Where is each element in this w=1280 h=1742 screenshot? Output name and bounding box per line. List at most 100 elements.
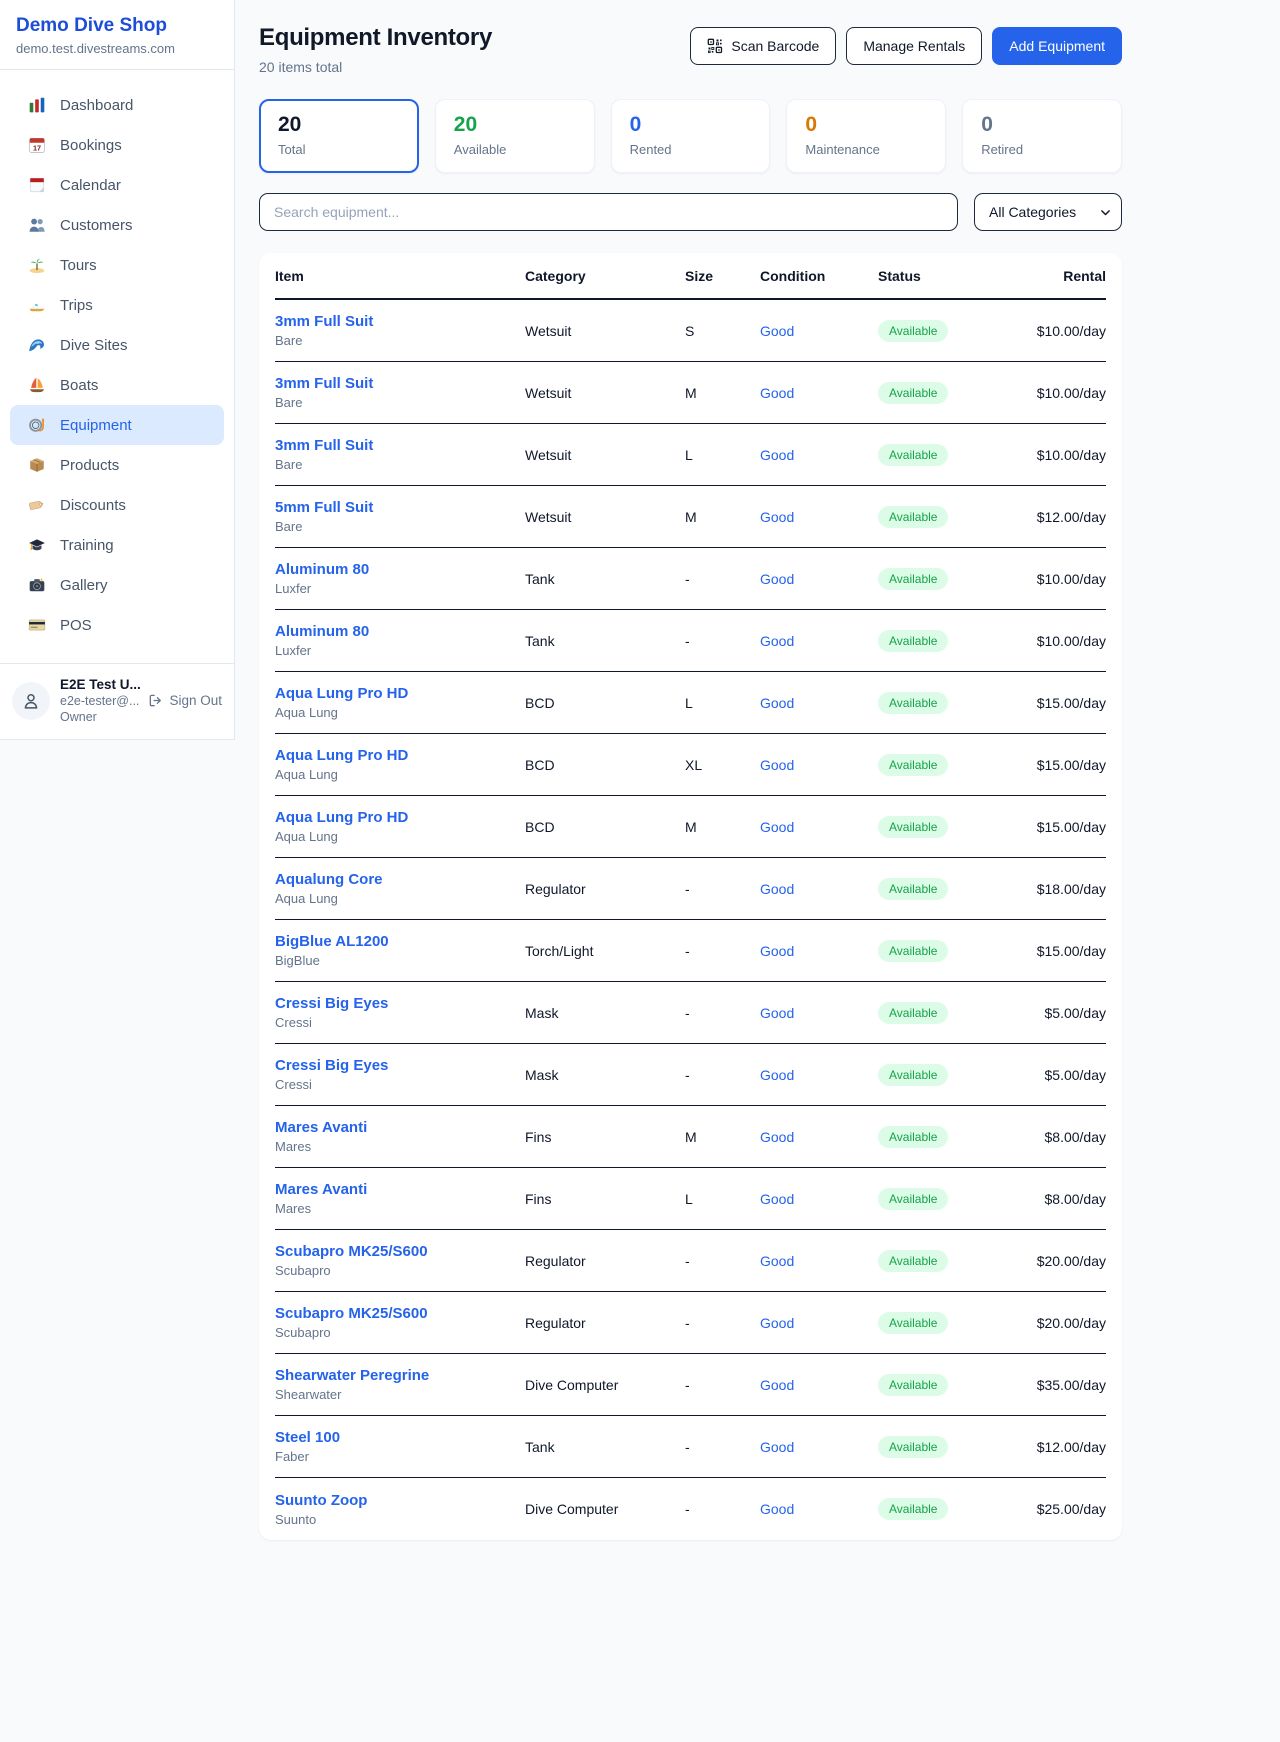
status-badge: Available [878,940,948,962]
category-filter-select[interactable]: All Categories [974,193,1122,231]
stat-card-total[interactable]: 20Total [259,99,419,173]
status-badge: Available [878,1188,948,1210]
item-link[interactable]: 3mm Full Suit [275,437,525,454]
item-link[interactable]: Cressi Big Eyes [275,995,525,1012]
manage-rentals-button[interactable]: Manage Rentals [846,27,982,65]
category-cell: Dive Computer [525,1377,685,1393]
sidebar-item-bookings[interactable]: 17 Bookings [10,125,224,165]
sidebar-item-pos[interactable]: POS [10,605,224,645]
item-link[interactable]: 3mm Full Suit [275,313,525,330]
status-cell: Available [878,940,1006,962]
column-header-condition: Condition [760,268,878,284]
status-cell: Available [878,630,1006,652]
condition-cell[interactable]: Good [760,1377,878,1393]
svg-text:17: 17 [33,143,41,152]
item-cell: 3mm Full Suit Bare [275,375,525,410]
table-row: Aqua Lung Pro HD Aqua Lung BCD M Good Av… [275,796,1106,858]
sidebar-item-label: Bookings [60,137,122,154]
stat-card-maintenance[interactable]: 0Maintenance [786,99,946,173]
stat-card-available[interactable]: 20Available [435,99,595,173]
chevron-down-icon [1099,206,1112,219]
item-link[interactable]: 3mm Full Suit [275,375,525,392]
condition-cell[interactable]: Good [760,819,878,835]
sidebar-item-customers[interactable]: Customers [10,205,224,245]
condition-cell[interactable]: Good [760,633,878,649]
condition-cell[interactable]: Good [760,385,878,401]
sidebar-item-tours[interactable]: Tours [10,245,224,285]
category-cell: Regulator [525,881,685,897]
sidebar-item-products[interactable]: Products [10,445,224,485]
item-link[interactable]: Aqua Lung Pro HD [275,685,525,702]
sidebar-item-equipment[interactable]: Equipment [10,405,224,445]
category-cell: Regulator [525,1315,685,1331]
condition-cell[interactable]: Good [760,943,878,959]
condition-cell[interactable]: Good [760,881,878,897]
scan-barcode-button[interactable]: Scan Barcode [690,27,836,65]
condition-cell[interactable]: Good [760,1253,878,1269]
status-badge: Available [878,568,948,590]
condition-cell[interactable]: Good [760,757,878,773]
sidebar-item-training[interactable]: Training [10,525,224,565]
item-link[interactable]: Steel 100 [275,1429,525,1446]
item-link[interactable]: 5mm Full Suit [275,499,525,516]
sidebar-item-calendar[interactable]: Calendar [10,165,224,205]
sidebar-item-discounts[interactable]: Discounts [10,485,224,525]
person-icon [21,691,41,711]
sidebar-item-boats[interactable]: Boats [10,365,224,405]
sidebar-item-dashboard[interactable]: Dashboard [10,85,224,125]
condition-cell[interactable]: Good [760,323,878,339]
dive-mask-icon [28,416,46,434]
item-link[interactable]: BigBlue AL1200 [275,933,525,950]
condition-cell[interactable]: Good [760,1005,878,1021]
item-link[interactable]: Scubapro MK25/S600 [275,1243,525,1260]
size-cell: M [685,1129,760,1145]
sign-out-button[interactable]: Sign Out [148,693,222,708]
item-cell: BigBlue AL1200 BigBlue [275,933,525,968]
stat-card-retired[interactable]: 0Retired [962,99,1122,173]
sailboat-icon [28,376,46,394]
item-link[interactable]: Mares Avanti [275,1119,525,1136]
item-link[interactable]: Aluminum 80 [275,623,525,640]
condition-cell[interactable]: Good [760,571,878,587]
item-link[interactable]: Cressi Big Eyes [275,1057,525,1074]
column-header-category: Category [525,268,685,284]
scan-barcode-icon [707,38,723,54]
condition-cell[interactable]: Good [760,1067,878,1083]
item-link[interactable]: Scubapro MK25/S600 [275,1305,525,1322]
search-input[interactable] [259,193,958,231]
item-link[interactable]: Suunto Zoop [275,1492,525,1509]
item-link[interactable]: Aqua Lung Pro HD [275,747,525,764]
user-name: E2E Test U... [60,677,138,692]
box-icon [28,456,46,474]
condition-cell[interactable]: Good [760,1129,878,1145]
rental-cell: $10.00/day [1006,323,1106,339]
brand-name[interactable]: Demo Dive Shop [16,15,218,37]
item-link[interactable]: Aqualung Core [275,871,525,888]
condition-cell[interactable]: Good [760,1439,878,1455]
table-row: 3mm Full Suit Bare Wetsuit L Good Availa… [275,424,1106,486]
category-cell: Fins [525,1191,685,1207]
category-cell: Torch/Light [525,943,685,959]
rental-cell: $15.00/day [1006,695,1106,711]
condition-cell[interactable]: Good [760,1315,878,1331]
item-link[interactable]: Shearwater Peregrine [275,1367,525,1384]
table-row: Mares Avanti Mares Fins M Good Available… [275,1106,1106,1168]
table-row: Aluminum 80 Luxfer Tank - Good Available… [275,548,1106,610]
item-link[interactable]: Aluminum 80 [275,561,525,578]
sidebar-item-trips[interactable]: Trips [10,285,224,325]
user-section: E2E Test U... e2e-tester@... Owner Sign … [0,663,234,739]
condition-cell[interactable]: Good [760,447,878,463]
condition-cell[interactable]: Good [760,509,878,525]
size-cell: - [685,1377,760,1393]
item-link[interactable]: Aqua Lung Pro HD [275,809,525,826]
condition-cell[interactable]: Good [760,1501,878,1517]
sidebar-item-gallery[interactable]: Gallery [10,565,224,605]
sidebar-item-dive-sites[interactable]: Dive Sites [10,325,224,365]
item-brand: Bare [275,333,525,348]
status-badge: Available [878,320,948,342]
item-link[interactable]: Mares Avanti [275,1181,525,1198]
stat-card-rented[interactable]: 0Rented [611,99,771,173]
add-equipment-button[interactable]: Add Equipment [992,27,1122,65]
condition-cell[interactable]: Good [760,1191,878,1207]
condition-cell[interactable]: Good [760,695,878,711]
